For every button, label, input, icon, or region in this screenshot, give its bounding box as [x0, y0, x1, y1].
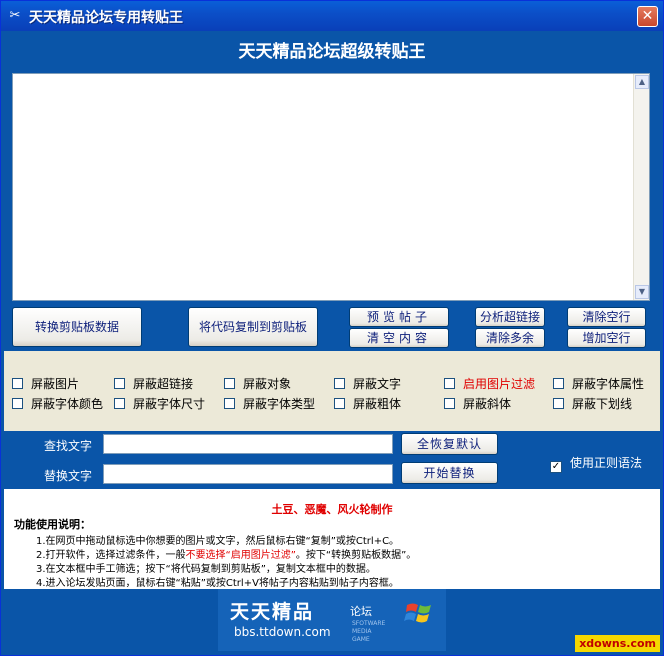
scroll-up-icon[interactable]: ▲ — [635, 75, 649, 89]
client-area: 天天精品论坛超级转贴王 ▲ ▼ 转换剪贴板数据 将代码复制到剪贴板 预览帖子 清… — [4, 31, 660, 653]
footer-banner: 天天精品 论坛 bbs.ttdown.com SFOTWARE MEDIA GA… — [4, 589, 660, 653]
copy-code-button[interactable]: 将代码复制到剪贴板 — [188, 307, 318, 347]
clear-content-button[interactable]: 清空内容 — [349, 328, 449, 348]
main-title: 天天精品论坛超级转贴王 — [238, 42, 426, 62]
help-step-3: 3.在文本框中手工筛选；按下“将代码复制到剪贴板”，复制文本框中的数据。 — [36, 564, 376, 575]
checkbox[interactable] — [553, 378, 564, 389]
checkbox[interactable] — [444, 398, 455, 409]
add-blank-lines-button[interactable]: 增加空行 — [567, 328, 646, 348]
help-step-4: 4.进入论坛发贴页面，鼠标右键“粘贴”或按Ctrl+V将帖子内容粘贴到帖子内容框… — [36, 578, 399, 589]
find-input[interactable] — [103, 434, 393, 454]
logo-url: bbs.ttdown.com — [234, 625, 331, 639]
logo-name: 天天精品 — [230, 601, 315, 623]
credit-text: 土豆、恶魔、风火轮制作 — [271, 503, 393, 516]
remove-extra-button[interactable]: 清除多余 — [475, 328, 545, 348]
logo-forum: 论坛 — [350, 605, 372, 618]
vertical-scrollbar[interactable]: ▲ ▼ — [633, 74, 649, 300]
option-block-underline[interactable]: 屏蔽下划线 — [553, 395, 632, 412]
restore-default-button[interactable]: 全恢复默认 — [401, 433, 498, 455]
checkbox[interactable] — [12, 398, 23, 409]
find-replace-panel: 查找文字 替换文字 全恢复默认 开始替换 ✓ 使用正则语法 — [4, 431, 660, 489]
checkbox[interactable] — [444, 378, 455, 389]
help-step-1: 1.在网页中拖动鼠标选中你想要的图片或文字，然后鼠标右键“复制”或按Ctrl+C… — [36, 536, 400, 547]
windows-flag-icon — [404, 603, 431, 623]
check-icon[interactable]: ✓ — [550, 461, 562, 473]
scissors-icon: ✂ — [9, 8, 21, 23]
replace-input[interactable] — [103, 464, 393, 484]
checkbox[interactable] — [114, 378, 125, 389]
scroll-down-icon[interactable]: ▼ — [635, 285, 649, 299]
option-block-objects[interactable]: 屏蔽对象 — [224, 375, 291, 392]
analyze-links-button[interactable]: 分析超链接 — [475, 307, 545, 327]
help-section: 土豆、恶魔、风火轮制作 功能使用说明： 1.在网页中拖动鼠标选中你想要的图片或文… — [4, 489, 660, 589]
option-block-bold[interactable]: 屏蔽粗体 — [334, 395, 401, 412]
filter-options-panel: 屏蔽图片 屏蔽超链接 屏蔽对象 屏蔽文字 启用图片过滤 屏蔽字体属性 屏蔽字体颜… — [4, 351, 660, 431]
clear-blank-lines-button[interactable]: 清除空行 — [567, 307, 646, 327]
checkbox[interactable] — [224, 398, 235, 409]
title-bar[interactable]: ✂ 天天精品论坛专用转贴王 ✕ — [1, 1, 663, 31]
window-title: 天天精品论坛专用转贴王 — [29, 10, 183, 26]
app-window: ✂ 天天精品论坛专用转贴王 ✕ 天天精品论坛超级转贴王 ▲ ▼ 转换剪贴板数据 … — [0, 0, 664, 656]
checkbox[interactable] — [224, 378, 235, 389]
checkbox[interactable] — [114, 398, 125, 409]
option-block-font-size[interactable]: 屏蔽字体尺寸 — [114, 395, 205, 412]
close-button[interactable]: ✕ — [637, 6, 658, 27]
start-replace-button[interactable]: 开始替换 — [401, 462, 498, 484]
checkbox[interactable] — [334, 398, 345, 409]
option-block-italic[interactable]: 屏蔽斜体 — [444, 395, 511, 412]
option-block-font-attributes[interactable]: 屏蔽字体属性 — [553, 375, 644, 392]
checkbox[interactable] — [553, 398, 564, 409]
watermark-badge: xdowns.com — [575, 635, 660, 652]
convert-clipboard-button[interactable]: 转换剪贴板数据 — [12, 307, 142, 347]
find-label: 查找文字 — [44, 439, 93, 453]
checkbox[interactable] — [12, 378, 23, 389]
preview-post-button[interactable]: 预览帖子 — [349, 307, 449, 327]
checkbox[interactable] — [334, 378, 345, 389]
option-block-images[interactable]: 屏蔽图片 — [12, 375, 79, 392]
option-block-links[interactable]: 屏蔽超链接 — [114, 375, 193, 392]
replace-label: 替换文字 — [44, 469, 93, 483]
option-block-text[interactable]: 屏蔽文字 — [334, 375, 401, 392]
content-textarea[interactable]: ▲ ▼ — [12, 73, 650, 301]
forum-logo[interactable]: 天天精品 论坛 bbs.ttdown.com SFOTWARE MEDIA GA… — [218, 589, 446, 651]
help-step-2: 2.打开软件，选择过滤条件，一般不要选择“启用图片过滤”。按下“转换剪贴板数据”… — [36, 550, 417, 561]
option-block-font-type[interactable]: 屏蔽字体类型 — [224, 395, 315, 412]
logo-tags: SFOTWARE MEDIA GAME — [352, 620, 386, 643]
regex-option[interactable]: ✓ 使用正则语法 — [550, 454, 642, 473]
option-enable-image-filter[interactable]: 启用图片过滤 — [444, 375, 535, 392]
help-heading: 功能使用说明： — [14, 518, 91, 531]
option-block-font-color[interactable]: 屏蔽字体颜色 — [12, 395, 103, 412]
